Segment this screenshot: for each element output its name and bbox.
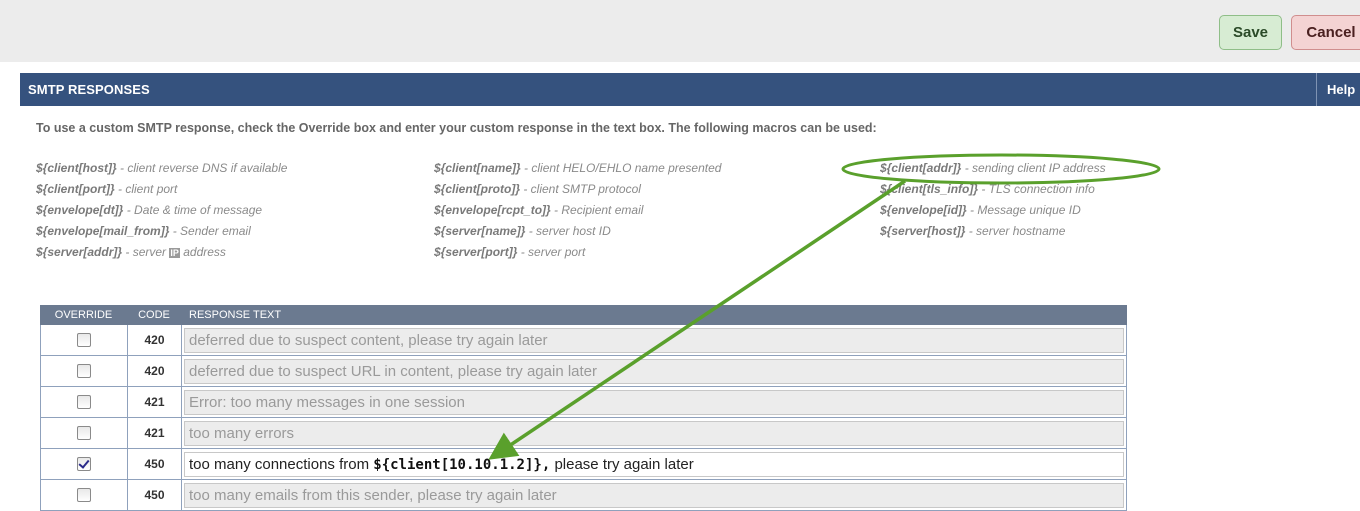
override-cell: [40, 387, 127, 418]
macro-item: ${client[port]} - client port: [36, 182, 178, 196]
override-checkbox-checked[interactable]: [77, 456, 91, 471]
override-checkbox[interactable]: [77, 487, 91, 502]
top-toolbar: Save Cancel: [0, 0, 1360, 62]
help-link[interactable]: Help: [1327, 82, 1355, 97]
smtp-responses-header: SMTP RESPONSES Help: [20, 73, 1360, 106]
response-code: 450: [127, 449, 181, 480]
macro-item: ${envelope[dt]} - Date & time of message: [36, 203, 263, 217]
response-code: 421: [127, 418, 181, 449]
table-row: 450 too many emails from this sender, pl…: [40, 480, 1127, 511]
column-header-response-text: RESPONSE TEXT: [189, 309, 282, 321]
table-row: 420 deferred due to suspect content, ple…: [40, 325, 1127, 356]
macro-item: ${client[host]} - client reverse DNS if …: [36, 161, 288, 175]
macro-item: ${client[tls_info]} - TLS connection inf…: [880, 182, 1095, 196]
override-checkbox[interactable]: [77, 394, 91, 409]
response-text-input[interactable]: deferred due to suspect content, please …: [184, 327, 1124, 353]
response-text-cell: too many emails from this sender, please…: [181, 480, 1127, 511]
response-code: 420: [127, 356, 181, 387]
table-row: 421 too many errors: [40, 418, 1127, 449]
macro-item: ${server[addr]} - server IP address: [36, 245, 226, 259]
macro-item: ${client[addr]} - sending client IP addr…: [880, 161, 1106, 175]
override-cell: [40, 449, 127, 480]
table-row: 420 deferred due to suspect URL in conte…: [40, 356, 1127, 387]
macro-list: ${client[host]} - client reverse DNS if …: [36, 161, 1236, 271]
override-checkbox[interactable]: [77, 363, 91, 378]
response-text-input[interactable]: deferred due to suspect URL in content, …: [184, 358, 1124, 384]
macro-item: ${client[proto]} - client SMTP protocol: [434, 182, 641, 196]
response-text-cell: deferred due to suspect URL in content, …: [181, 356, 1127, 387]
response-text-cell: too many errors: [181, 418, 1127, 449]
macro-item: ${server[name]} - server host ID: [434, 224, 611, 238]
table-header-row: OVERRIDE CODE RESPONSE TEXT: [40, 305, 1127, 325]
macro-item: ${envelope[mail_from]} - Sender email: [36, 224, 251, 238]
cancel-button[interactable]: Cancel: [1291, 15, 1360, 50]
header-divider: [1316, 73, 1317, 106]
override-cell: [40, 418, 127, 449]
override-checkbox[interactable]: [77, 425, 91, 440]
macro-item: ${client[name]} - client HELO/EHLO name …: [434, 161, 722, 175]
override-cell: [40, 356, 127, 387]
override-cell: [40, 480, 127, 511]
override-checkbox[interactable]: [77, 332, 91, 347]
instructions-text: To use a custom SMTP response, check the…: [36, 121, 877, 135]
table-row: 450 too many connections from ${client[1…: [40, 449, 1127, 480]
response-code: 450: [127, 480, 181, 511]
override-cell: [40, 325, 127, 356]
response-text-cell: Error: too many messages in one session: [181, 387, 1127, 418]
response-text-input[interactable]: too many emails from this sender, please…: [184, 482, 1124, 508]
table-row: 421 Error: too many messages in one sess…: [40, 387, 1127, 418]
response-text-cell: too many connections from ${client[10.10…: [181, 449, 1127, 480]
response-text-input[interactable]: too many errors: [184, 420, 1124, 446]
response-text-input[interactable]: Error: too many messages in one session: [184, 389, 1124, 415]
macro-item: ${server[port]} - server port: [434, 245, 586, 259]
response-code: 421: [127, 387, 181, 418]
macro-item: ${envelope[rcpt_to]} - Recipient email: [434, 203, 644, 217]
response-code: 420: [127, 325, 181, 356]
macro-item: ${server[host]} - server hostname: [880, 224, 1066, 238]
column-header-override: OVERRIDE: [54, 309, 113, 321]
panel-title: SMTP RESPONSES: [28, 82, 150, 97]
inserted-macro: ${client[10.10.1.2]},: [373, 456, 551, 473]
response-text-cell: deferred due to suspect content, please …: [181, 325, 1127, 356]
response-text-input[interactable]: too many connections from ${client[10.10…: [184, 451, 1124, 477]
macro-item: ${envelope[id]} - Message unique ID: [880, 203, 1081, 217]
save-button[interactable]: Save: [1219, 15, 1282, 50]
ip-highlight: IP: [169, 248, 180, 258]
smtp-responses-table: OVERRIDE CODE RESPONSE TEXT 420 deferred…: [40, 305, 1127, 511]
column-header-code: CODE: [138, 309, 170, 321]
